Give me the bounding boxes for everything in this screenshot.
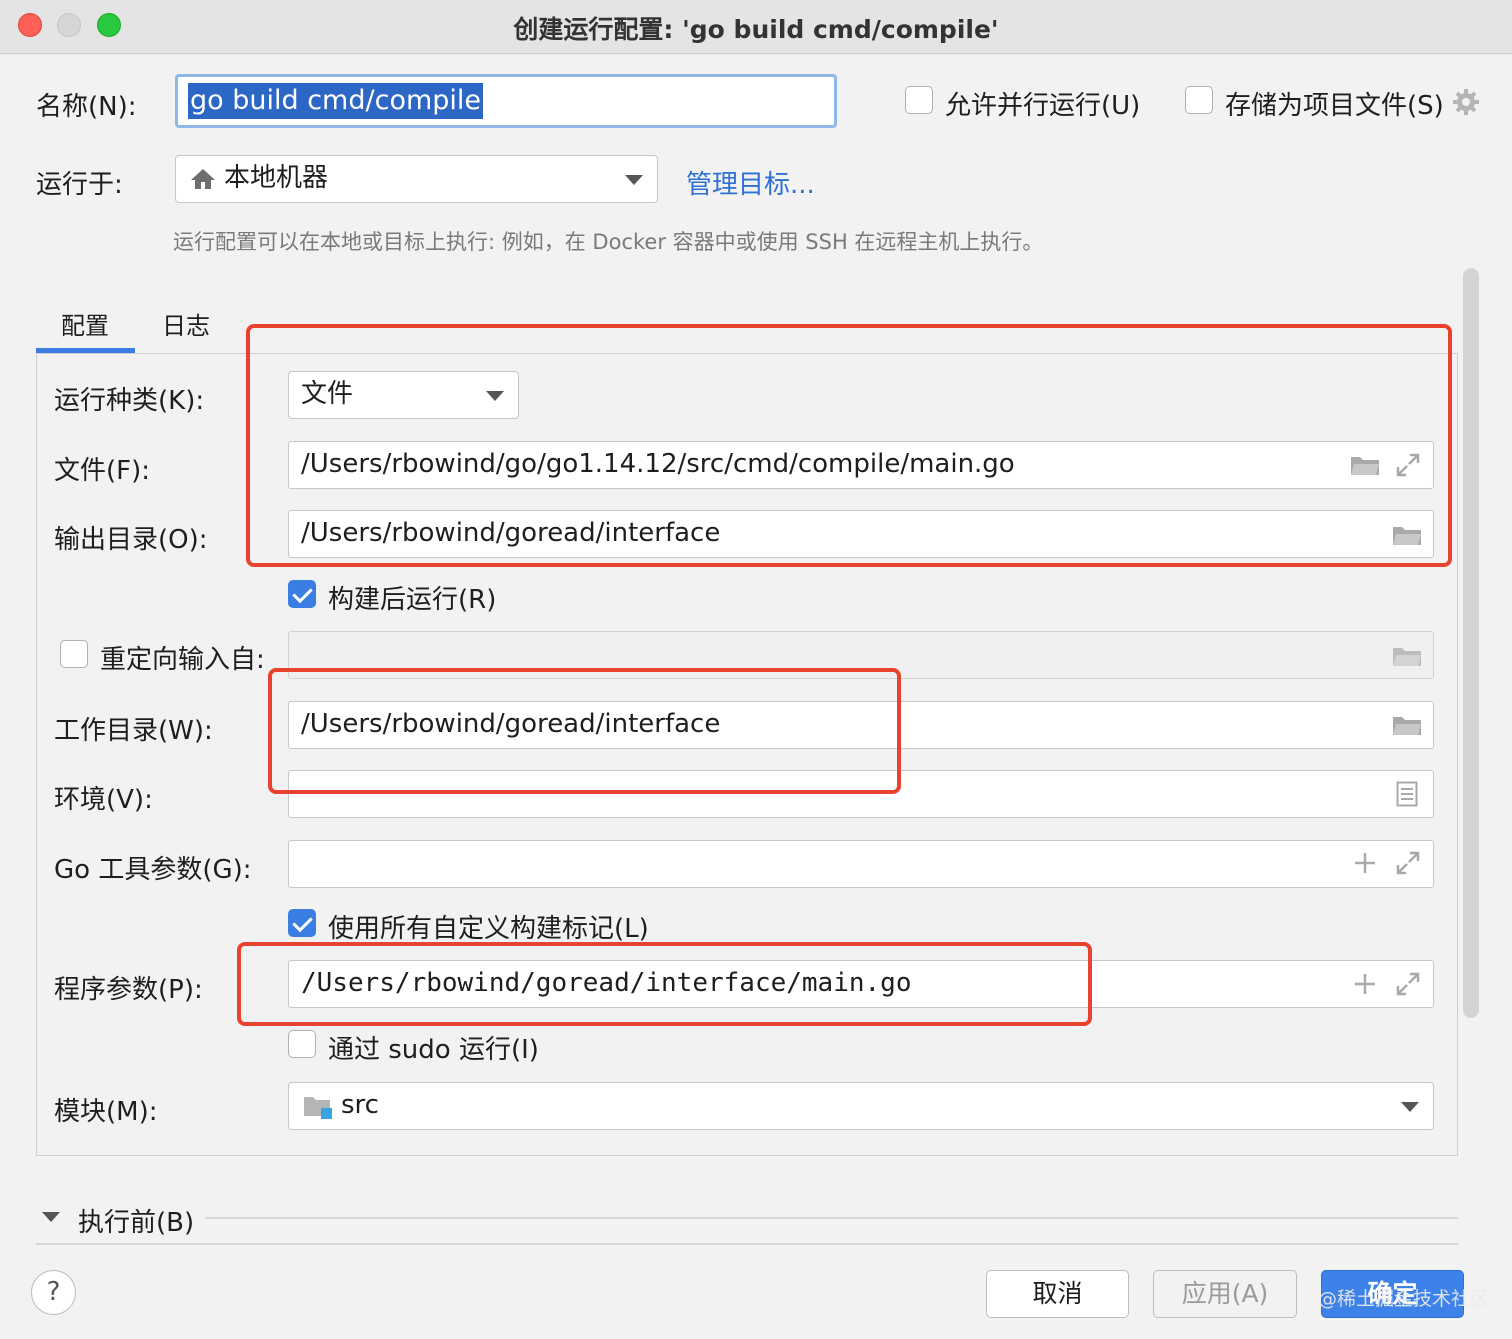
plus-icon[interactable] [1354,852,1376,874]
file-label: 文件(F): [54,456,151,486]
before-launch-panel-edge [36,1243,1458,1245]
run-kind-label: 运行种类(K): [54,386,205,416]
name-label: 名称(N): [36,92,137,122]
run-after-build-checkbox[interactable] [288,580,316,608]
home-icon [191,169,215,189]
annotation-box-working-dir [268,668,901,794]
before-launch-divider [205,1217,1458,1219]
redirect-input-label: 重定向输入自: [100,645,265,675]
active-tab-indicator [36,348,135,353]
cancel-button[interactable]: 取消 [986,1270,1129,1318]
title-bar: 创建运行配置: 'go build cmd/compile' [0,0,1512,54]
before-launch-label[interactable]: 执行前(B) [78,1202,194,1239]
annotation-box-build-settings [246,324,1452,567]
collapse-triangle-icon[interactable] [42,1212,60,1222]
folder-icon[interactable] [1392,714,1422,736]
tab-configuration[interactable]: 配置 [61,306,109,341]
name-input-value: go build cmd/compile [188,83,484,119]
go-tool-args-input[interactable] [288,840,1434,888]
allow-parallel-checkbox[interactable] [905,86,933,114]
allow-parallel-label: 允许并行运行(U) [945,91,1141,121]
folder-icon [1393,648,1421,666]
tab-logs[interactable]: 日志 [162,306,210,341]
run-with-sudo-checkbox[interactable] [288,1030,316,1058]
run-on-hint: 运行配置可以在本地或目标上执行: 例如，在 Docker 容器中或使用 SSH … [173,230,1044,254]
use-custom-tags-label: 使用所有自定义构建标记(L) [328,914,649,944]
run-on-value: 本地机器 [224,163,329,193]
plus-icon[interactable] [1354,973,1376,995]
help-button[interactable]: ? [31,1270,76,1315]
module-label: 模块(M): [54,1097,158,1127]
chevron-down-icon [1401,1102,1419,1112]
manage-targets-link[interactable]: 管理目标... [686,164,815,201]
name-input[interactable]: go build cmd/compile [175,74,837,128]
environment-label: 环境(V): [54,785,153,815]
scrollbar[interactable] [1463,268,1479,1018]
apply-button[interactable]: 应用(A) [1153,1270,1297,1318]
gear-icon[interactable] [1452,88,1480,116]
run-on-label: 运行于: [36,170,123,200]
store-as-project-file-label: 存储为项目文件(S) [1225,91,1444,121]
document-icon[interactable] [1396,781,1418,807]
go-tool-args-label: Go 工具参数(G): [54,855,252,885]
chevron-down-icon [625,175,643,185]
run-with-sudo-label: 通过 sudo 运行(I) [328,1035,539,1065]
module-folder-icon [304,1097,332,1119]
run-on-select[interactable]: 本地机器 [175,155,658,203]
module-select[interactable]: src [288,1082,1434,1130]
module-value: src [341,1090,379,1120]
expand-icon[interactable] [1395,850,1421,876]
use-custom-tags-checkbox[interactable] [288,909,316,937]
watermark: @稀土掘金技术社区 [1318,1288,1490,1310]
window-title: 创建运行配置: 'go build cmd/compile' [513,15,999,44]
annotation-box-program-args [237,942,1092,1026]
working-dir-label: 工作目录(W): [54,716,213,746]
redirect-input-checkbox[interactable] [60,640,88,668]
output-dir-label: 输出目录(O): [54,525,208,555]
store-as-project-file-checkbox[interactable] [1185,86,1213,114]
run-after-build-label: 构建后运行(R) [328,585,497,615]
program-args-label: 程序参数(P): [54,975,203,1005]
expand-icon[interactable] [1395,971,1421,997]
